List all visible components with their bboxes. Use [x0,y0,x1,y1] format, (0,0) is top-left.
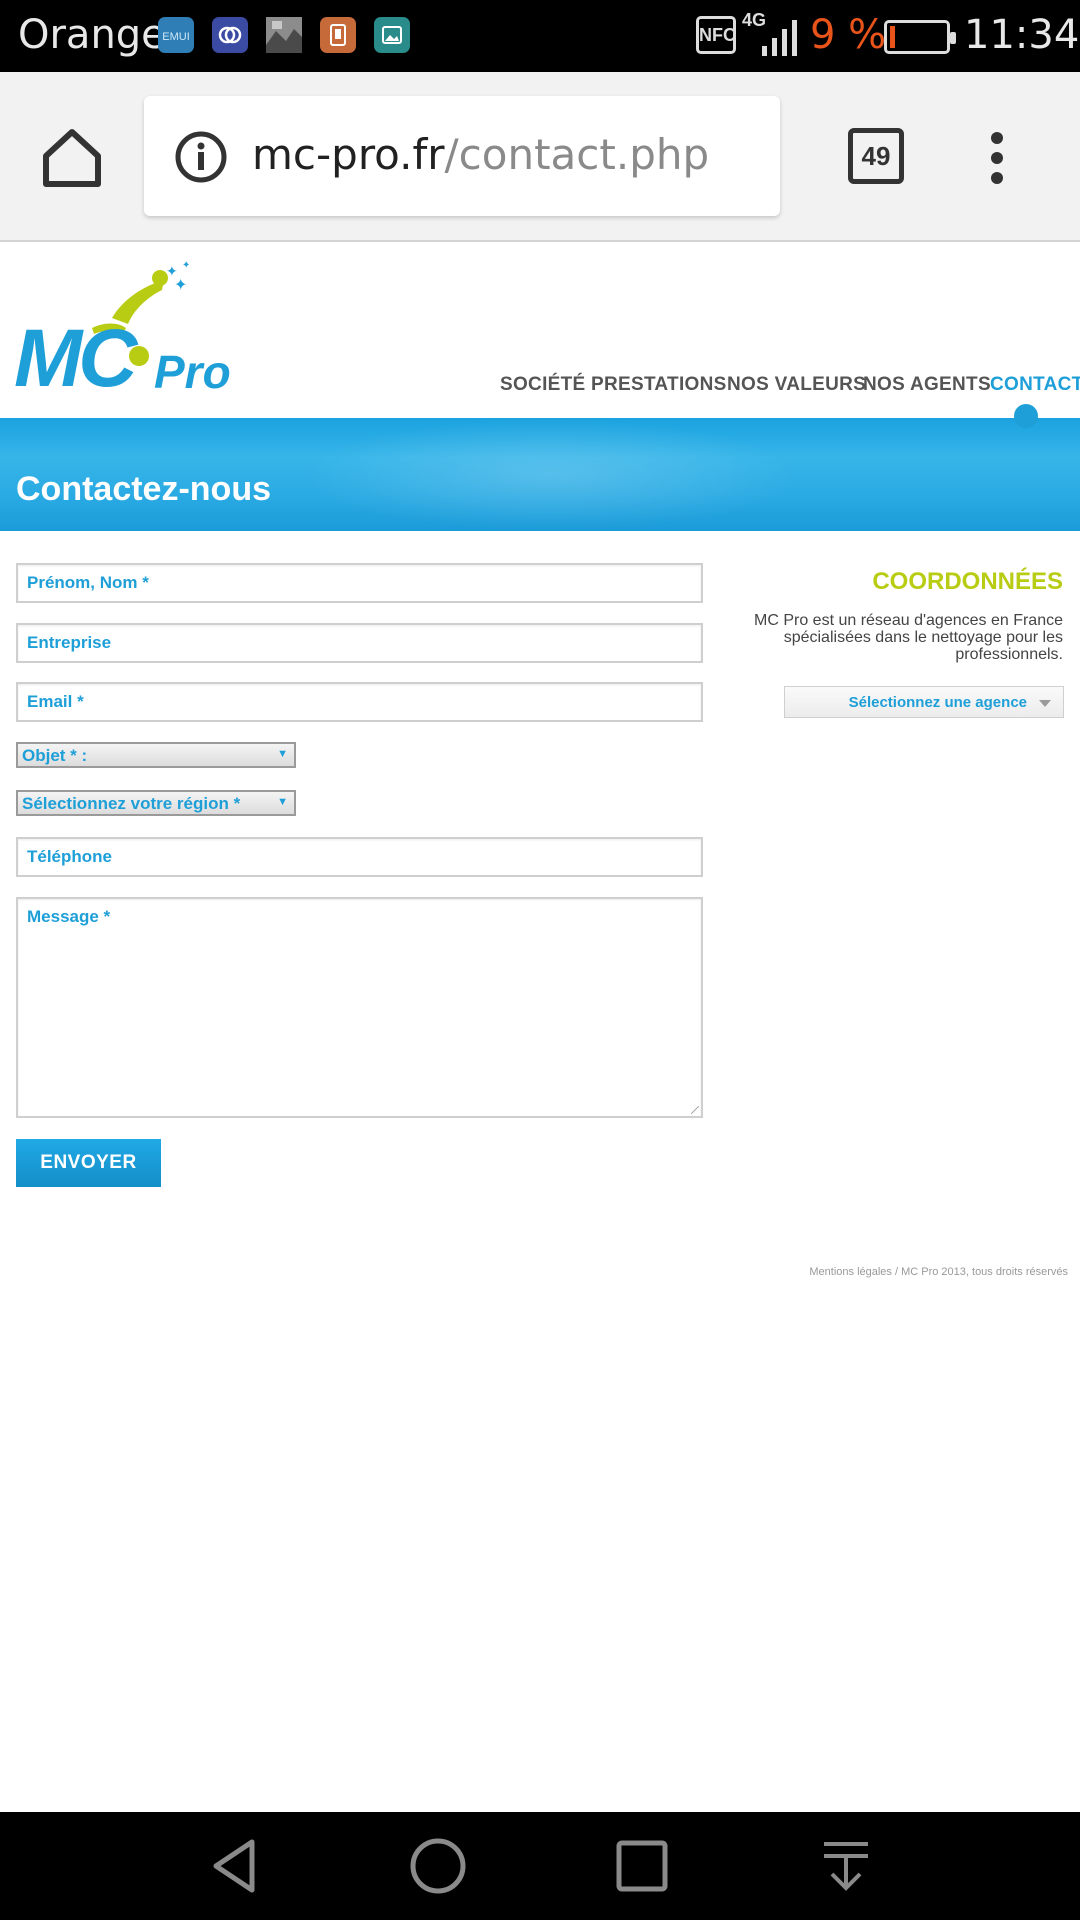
url-text: mc-pro.fr/contact.php [252,130,709,179]
signal-icon [762,20,797,56]
status-bar: Orange EMUI NFC 4G 9 % 11:34 [0,0,1080,72]
mc-pro-logo[interactable]: ✦ ✦ ✦ MC Pro [14,258,250,394]
nav-nos-agents[interactable]: NOS AGENTS [863,374,991,396]
nav-societe[interactable]: SOCIÉTÉ [500,374,586,396]
recent-apps-icon[interactable] [612,1836,672,1896]
home-icon[interactable] [36,122,108,194]
browser-toolbar: mc-pro.fr/contact.php 49 [0,72,1080,242]
subject-select[interactable]: Objet * : ▼ [16,742,296,768]
home-circle-icon[interactable] [408,1836,468,1896]
link-icon [212,17,248,53]
agency-select-value: Sélectionnez une agence [848,694,1027,711]
region-select-value: Sélectionnez votre région * [22,794,241,813]
active-nav-indicator [1014,404,1038,428]
svg-text:MC: MC [14,313,139,394]
name-input[interactable]: Prénom, Nom * [16,563,703,603]
chevron-down-icon: ▼ [277,796,288,808]
chevron-down-icon [1039,700,1051,707]
company-input[interactable]: Entreprise [16,623,703,663]
svg-text:✦: ✦ [174,275,187,294]
emui-icon: EMUI [158,17,194,53]
info-icon[interactable] [174,130,228,184]
name-placeholder: Prénom, Nom * [27,573,149,592]
page-title: Contactez-nous [16,470,271,508]
svg-text:EMUI: EMUI [162,31,190,43]
back-icon[interactable] [204,1836,264,1896]
photo-thumbnail-icon [266,17,302,53]
message-textarea[interactable]: Message * [16,897,703,1118]
carrier-name: Orange [18,12,166,58]
url-domain: mc-pro.fr [252,130,445,179]
submit-button[interactable]: ENVOYER [16,1139,161,1187]
footer-text[interactable]: Mentions légales / MC Pro 2013, tous dro… [809,1266,1068,1278]
email-placeholder: Email * [27,692,84,711]
url-bar[interactable]: mc-pro.fr/contact.php [144,96,780,216]
system-navigation-bar [0,1812,1080,1920]
more-menu-icon[interactable] [980,128,1014,188]
clipboard-icon [320,17,356,53]
contact-info-description: MC Pro est un réseau d'agences en France… [754,612,1063,663]
svg-text:✦: ✦ [182,260,190,271]
company-placeholder: Entreprise [27,633,112,652]
nav-nos-valeurs[interactable]: NOS VALEURS [727,374,866,396]
url-path: /contact.php [444,130,710,179]
agency-select[interactable]: Sélectionnez une agence [784,686,1064,718]
phone-input[interactable]: Téléphone [16,837,703,877]
resize-handle-icon[interactable] [691,1106,699,1114]
gallery-icon [374,17,410,53]
subject-select-value: Objet * : [22,746,88,765]
phone-placeholder: Téléphone [27,847,113,866]
message-placeholder: Message * [27,907,111,926]
nav-contact[interactable]: CONTACT [990,374,1080,396]
tab-switcher-button[interactable]: 49 [848,128,904,184]
nav-prestations[interactable]: PRESTATIONS [591,374,727,396]
svg-text:Pro: Pro [154,346,231,394]
clock: 11:34 [964,12,1080,58]
nfc-icon: NFC [696,16,736,54]
region-select[interactable]: Sélectionnez votre région * ▼ [16,790,296,816]
chevron-down-icon: ▼ [277,748,288,760]
contact-info-title: COORDONNÉES [872,568,1063,595]
battery-icon [884,20,956,54]
notification-pull-down-icon[interactable] [816,1836,876,1896]
battery-percent: 9 % [810,12,887,58]
email-input[interactable]: Email * [16,682,703,722]
